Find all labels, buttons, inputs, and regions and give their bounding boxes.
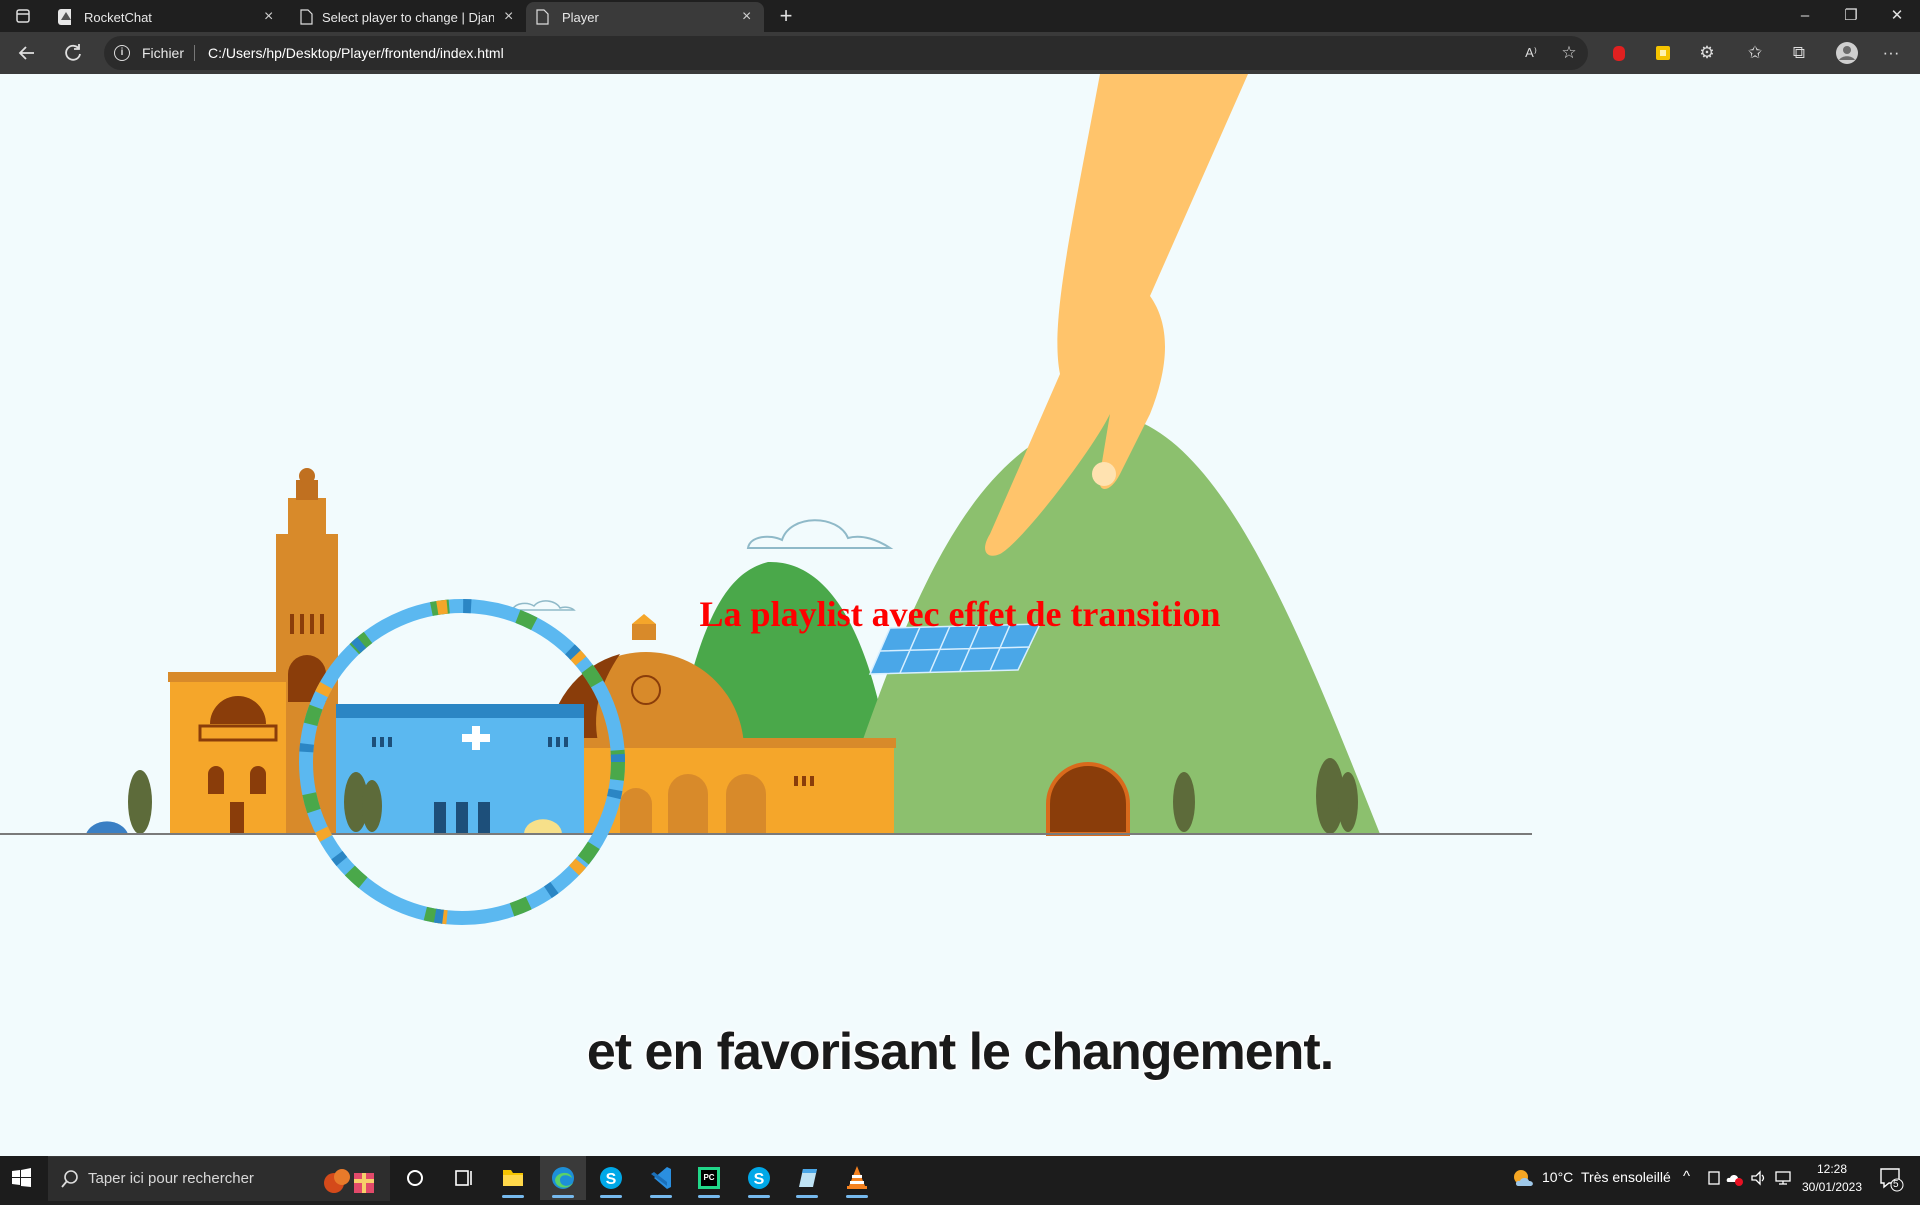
vscode-button[interactable] [638, 1156, 684, 1200]
page-icon [536, 9, 549, 25]
search-placeholder: Taper ici pour rechercher [88, 1170, 254, 1187]
taskbar: Taper ici pour rechercher S PC S 10°C Tr… [0, 1156, 1920, 1201]
close-tab-icon[interactable]: × [742, 8, 751, 26]
reload-button[interactable] [58, 38, 88, 68]
add-favorite-icon[interactable]: ☆ [1556, 40, 1582, 66]
extension-red-icon[interactable] [1606, 40, 1632, 66]
gift-icon [324, 1169, 374, 1193]
vscode-icon [651, 1167, 671, 1189]
device-icon[interactable] [1706, 1170, 1722, 1186]
close-tab-icon[interactable]: × [504, 8, 513, 26]
tab-rocketchat[interactable]: RocketChat × [44, 2, 286, 32]
omnibox-divider [194, 45, 195, 61]
tab-title: RocketChat [84, 9, 152, 25]
clock[interactable]: 12:28 30/01/2023 [1792, 1160, 1872, 1196]
weather-temp[interactable]: 10°C [1542, 1169, 1573, 1185]
site-info-icon[interactable]: i [114, 45, 130, 61]
tree [1338, 772, 1358, 832]
file-explorer-icon [503, 1170, 523, 1186]
skype-button[interactable]: S [588, 1156, 634, 1200]
cortana-icon [407, 1170, 423, 1186]
minimize-button[interactable]: – [1782, 0, 1828, 32]
tree [1173, 772, 1195, 832]
extension-yellow-icon[interactable] [1650, 40, 1676, 66]
onedrive-error-icon[interactable] [1726, 1170, 1744, 1186]
arrow-left-icon [18, 46, 34, 60]
tab-actions-icon[interactable] [16, 9, 30, 23]
svg-text:PC: PC [703, 1173, 714, 1182]
volume-icon[interactable] [1750, 1170, 1768, 1186]
url-text[interactable]: C:/Users/hp/Desktop/Player/frontend/inde… [208, 45, 504, 61]
task-view-icon [455, 1170, 472, 1186]
windows-start-icon[interactable] [12, 1168, 32, 1188]
collections-icon[interactable]: ⧉ [1786, 40, 1812, 66]
tray-overflow-chevron-icon[interactable]: ^ [1683, 1168, 1690, 1185]
svg-text:S: S [754, 1171, 765, 1188]
tunnel [1046, 762, 1130, 836]
tab-bar: RocketChat × Select player to change | D… [0, 0, 1920, 32]
video-subtitle: et en favorisant le changement. [586, 1022, 1335, 1082]
notifications-icon[interactable] [1878, 1166, 1904, 1192]
pycharm-button[interactable]: PC [686, 1156, 732, 1200]
scheme-label[interactable]: Fichier [142, 45, 184, 61]
vlc-button[interactable] [834, 1156, 880, 1200]
pycharm-icon: PC [698, 1167, 720, 1189]
skype-alt-icon: S [748, 1167, 770, 1189]
tab-player[interactable]: Player × [526, 2, 764, 32]
network-icon[interactable] [1774, 1170, 1792, 1186]
restore-button[interactable]: ❐ [1828, 0, 1874, 32]
page-content: La playlist avec effet de transition et … [0, 74, 1920, 1156]
tab-django-admin[interactable]: Select player to change | Django × [290, 2, 522, 32]
clock-time: 12:28 [1816, 1162, 1848, 1176]
skype-icon: S [600, 1167, 622, 1189]
extensions-icon[interactable]: ⚙ [1694, 40, 1720, 66]
edge-icon [552, 1167, 574, 1189]
edge-button[interactable] [540, 1156, 586, 1200]
file-explorer-button[interactable] [490, 1156, 536, 1200]
omnibox[interactable]: i Fichier C:/Users/hp/Desktop/Player/fro… [104, 36, 1588, 70]
weather-condition[interactable]: Très ensoleillé [1581, 1169, 1671, 1185]
cortana-button[interactable] [392, 1156, 438, 1200]
refresh-icon [65, 44, 81, 61]
notifications-count: 5 [1893, 1179, 1899, 1190]
video-title: La playlist avec effet de transition [699, 594, 1221, 634]
rocketchat-icon [58, 9, 71, 25]
tab-title: Player [562, 9, 599, 25]
back-button[interactable] [12, 38, 42, 68]
address-bar: i Fichier C:/Users/hp/Desktop/Player/fro… [0, 32, 1920, 74]
task-view-button[interactable] [440, 1156, 486, 1200]
tab-title: Select player to change | Django [322, 9, 494, 25]
more-icon[interactable]: ··· [1878, 40, 1904, 66]
skype-alt-button[interactable]: S [736, 1156, 782, 1200]
page-icon [300, 9, 313, 25]
new-tab-button[interactable]: + [772, 2, 800, 30]
tree [362, 780, 382, 832]
cloud-icon [746, 519, 894, 549]
close-window-button[interactable]: ✕ [1874, 0, 1920, 32]
clock-date: 30/01/2023 [1801, 1180, 1863, 1194]
weather-icon[interactable] [1512, 1168, 1534, 1188]
svg-text:S: S [606, 1171, 617, 1188]
notepad-button[interactable] [784, 1156, 830, 1200]
profile-icon[interactable] [1834, 40, 1860, 66]
notepad-icon [799, 1169, 817, 1187]
close-tab-icon[interactable]: × [264, 8, 273, 26]
tree [128, 770, 152, 834]
search-icon [61, 1170, 78, 1188]
favorites-icon[interactable]: ✩ [1742, 40, 1768, 66]
taskbar-search[interactable]: Taper ici pour rechercher [48, 1156, 390, 1201]
read-aloud-icon[interactable]: A⁾ [1518, 40, 1544, 66]
vlc-icon [847, 1166, 867, 1189]
